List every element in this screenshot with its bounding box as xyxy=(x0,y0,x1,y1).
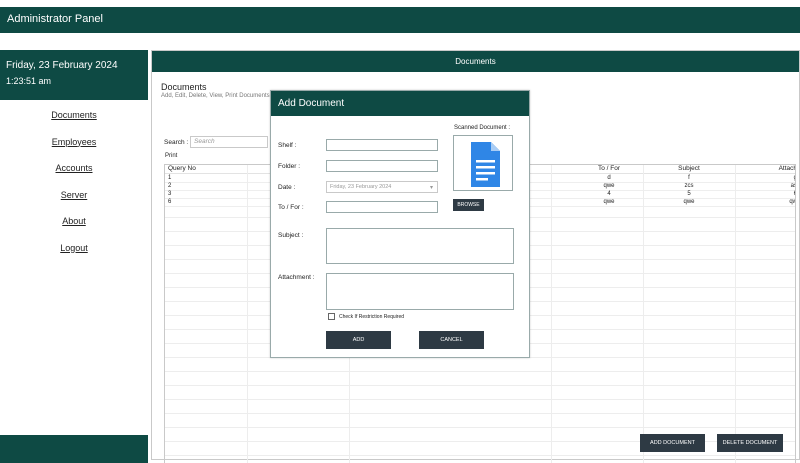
date-label: Date : xyxy=(278,184,296,191)
cell-query-no: 6 xyxy=(168,199,172,205)
grid-row-line xyxy=(165,371,795,372)
delete-document-button[interactable]: DELETE DOCUMENT xyxy=(717,434,783,452)
datetime-panel: Friday, 23 February 2024 1:23:51 am xyxy=(0,50,148,100)
browse-button[interactable]: BROWSE xyxy=(453,199,484,211)
cell-subject: 5 xyxy=(687,191,691,197)
subject-label: Subject : xyxy=(278,232,304,239)
document-icon xyxy=(471,142,500,187)
cell-subject: f xyxy=(688,175,690,181)
search-label: Search : xyxy=(164,139,189,146)
attachment-label: Attachment : xyxy=(278,274,315,281)
grid-divider xyxy=(735,165,736,463)
grid-divider xyxy=(247,165,248,463)
sidebar-footer xyxy=(0,435,148,463)
scanned-document-preview[interactable] xyxy=(453,135,513,191)
sidebar-item-about[interactable]: About xyxy=(0,214,148,241)
restriction-checkbox-label[interactable]: Check If Restriction Required xyxy=(339,314,404,320)
column-header-query-no[interactable]: Query No xyxy=(168,165,196,173)
add-document-button[interactable]: ADD DOCUMENT xyxy=(640,434,705,452)
grid-row-line xyxy=(165,413,795,414)
admin-app: Administrator Panel Friday, 23 February … xyxy=(0,0,800,463)
top-bar: Administrator Panel xyxy=(0,7,800,33)
cell-attachment: qw xyxy=(789,199,795,205)
sidebar-item-accounts[interactable]: Accounts xyxy=(0,161,148,188)
date-picker-value: Friday, 23 February 2024 xyxy=(330,184,392,190)
cell-attachment: 6 xyxy=(757,191,795,198)
sidebar-item-documents[interactable]: Documents xyxy=(0,108,148,135)
section-subtitle: Add, Edit, Delete, View, Print Documents xyxy=(161,93,270,99)
attachment-textarea[interactable] xyxy=(326,273,514,310)
panel-header: Documents xyxy=(152,51,799,72)
sidebar-item-logout[interactable]: Logout xyxy=(0,241,148,268)
column-header-subject[interactable]: Subject xyxy=(669,165,709,173)
cell-query-no: 2 xyxy=(168,183,172,189)
folder-label: Folder : xyxy=(278,163,301,170)
dialog-title: Add Document xyxy=(271,91,529,116)
sidebar-item-employees[interactable]: Employees xyxy=(0,135,148,162)
chevron-down-icon[interactable]: ▾ xyxy=(430,184,433,191)
cell-to-for: qwe xyxy=(603,199,615,205)
cell-query-no: 3 xyxy=(168,191,172,197)
grid-row-line xyxy=(165,385,795,386)
print-link[interactable]: Print xyxy=(165,153,177,159)
subject-textarea[interactable] xyxy=(326,228,514,264)
app-title: Administrator Panel xyxy=(7,13,103,25)
current-date: Friday, 23 February 2024 xyxy=(6,60,118,71)
section-title: Documents xyxy=(161,82,207,92)
cancel-button[interactable]: CANCEL xyxy=(419,331,484,349)
date-picker[interactable]: Friday, 23 February 2024 ▾ xyxy=(326,181,438,193)
restriction-checkbox[interactable] xyxy=(328,313,335,320)
cell-attachment: g xyxy=(757,175,795,182)
grid-row-line xyxy=(165,427,795,428)
column-header-to-for[interactable]: To / For xyxy=(589,165,629,173)
cell-to-for: d xyxy=(607,175,611,181)
grid-divider xyxy=(643,165,644,463)
grid-row-line xyxy=(165,455,795,456)
sidebar-item-server[interactable]: Server xyxy=(0,188,148,215)
to-for-input[interactable] xyxy=(326,201,438,213)
scanned-document-label: Scanned Document : xyxy=(454,125,511,131)
cell-attachment: as xyxy=(790,183,795,189)
cell-query-no: 1 xyxy=(168,175,172,181)
folder-input[interactable] xyxy=(326,160,438,172)
add-document-dialog: Add Document Shelf : Folder : Date : Fri… xyxy=(270,90,530,358)
add-button[interactable]: ADD xyxy=(326,331,391,349)
column-header-attachment[interactable]: Attach xyxy=(757,165,795,173)
sidebar-nav: Documents Employees Accounts Server Abou… xyxy=(0,108,148,267)
cell-subject: qwe xyxy=(683,199,695,205)
search-input[interactable]: Search xyxy=(190,136,268,148)
grid-divider xyxy=(551,165,552,463)
cell-to-for: qwe xyxy=(603,183,615,189)
to-for-label: To / For : xyxy=(278,204,304,211)
cell-subject: zcs xyxy=(684,183,694,189)
cell-to-for: 4 xyxy=(607,191,611,197)
shelf-input[interactable] xyxy=(326,139,438,151)
shelf-label: Shelf : xyxy=(278,142,297,149)
grid-row-line xyxy=(165,399,795,400)
sidebar: Friday, 23 February 2024 1:23:51 am Docu… xyxy=(0,50,148,463)
current-time: 1:23:51 am xyxy=(6,76,52,86)
